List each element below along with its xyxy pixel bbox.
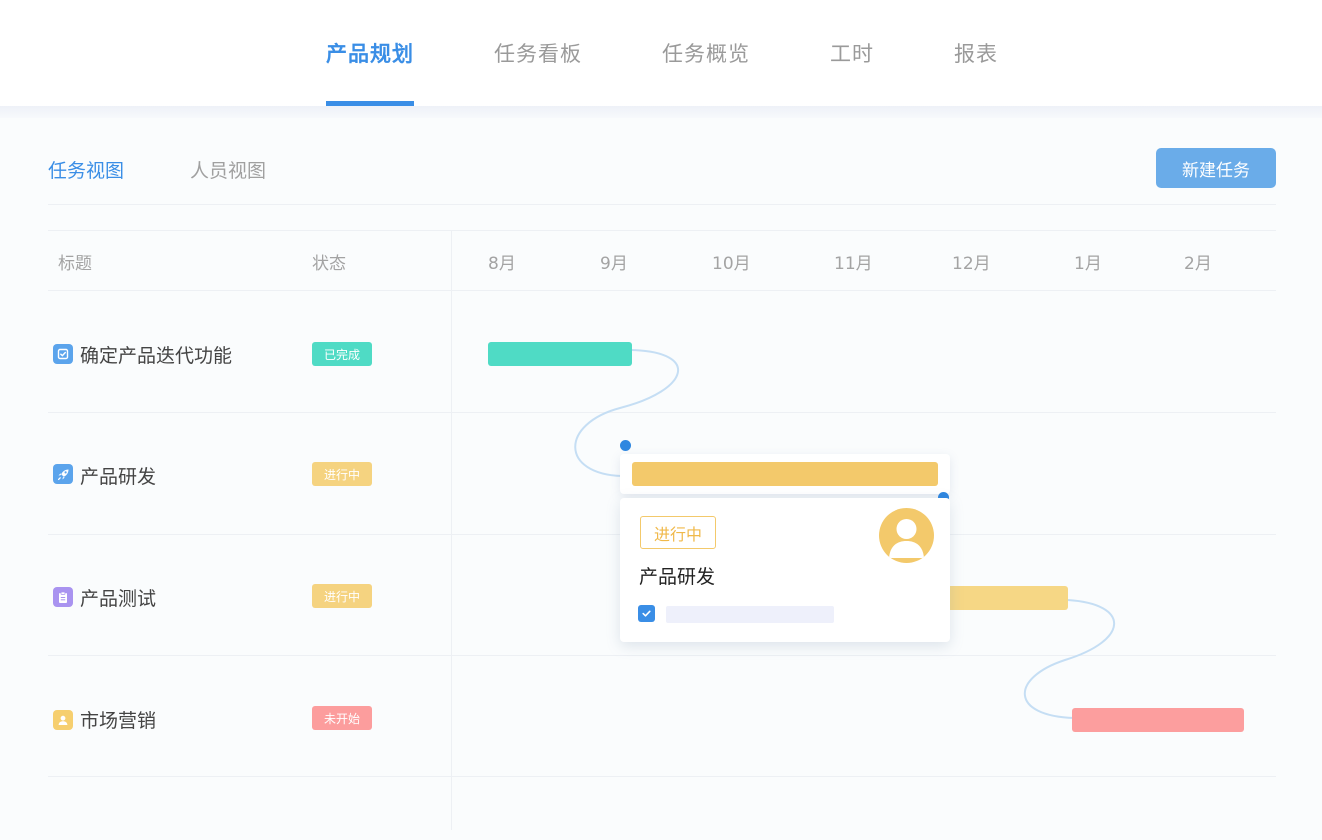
gantt-bar[interactable] <box>940 586 1068 610</box>
dependency-connector <box>1023 599 1115 719</box>
subtask-placeholder <box>666 606 834 623</box>
checkbox-checked-icon[interactable] <box>638 605 655 622</box>
gantt-bar-selected[interactable] <box>632 462 938 486</box>
avatar-icon <box>879 508 934 563</box>
connector-handle[interactable] <box>620 440 631 451</box>
gantt-bar[interactable] <box>1072 708 1244 732</box>
popup-status-badge: 进行中 <box>640 516 716 549</box>
popup-task-title: 产品研发 <box>639 566 716 588</box>
gantt-bar[interactable] <box>488 342 632 366</box>
